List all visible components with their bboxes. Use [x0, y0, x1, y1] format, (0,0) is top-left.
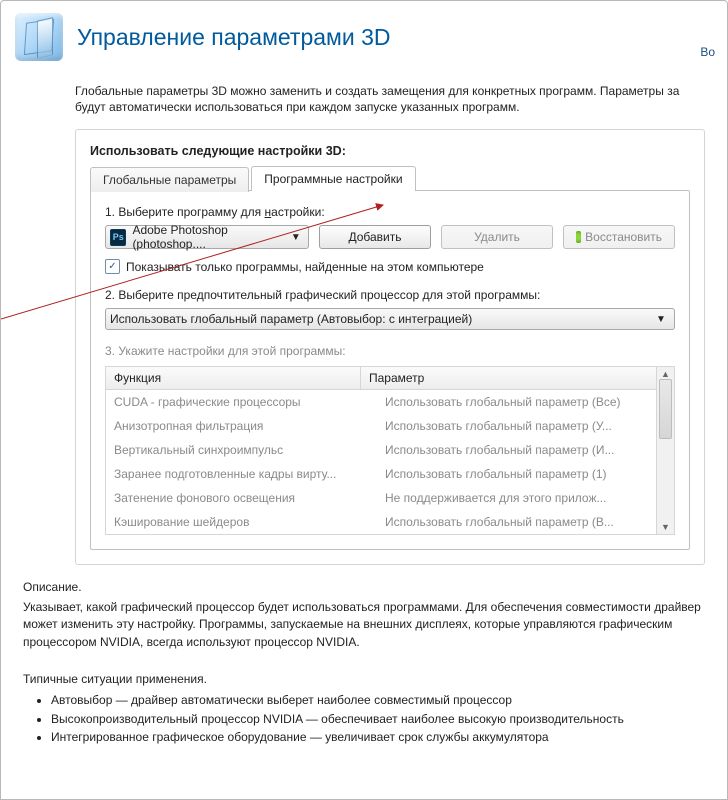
- window: Управление параметрами 3D Во Глобальные …: [0, 0, 728, 800]
- cell-function: Заранее подготовленные кадры вирту...: [106, 467, 377, 481]
- intro-text: Глобальные параметры 3D можно заменить и…: [75, 83, 705, 115]
- cell-parameter: Использовать глобальный параметр (И...: [377, 443, 656, 457]
- cell-function: Вертикальный синхроимпульс: [106, 443, 377, 457]
- photoshop-icon: Ps: [110, 229, 126, 246]
- usecases-list: Автовыбор — драйвер автоматически выбере…: [23, 692, 705, 746]
- checkbox-label: Показывать только программы, найденные н…: [126, 260, 484, 274]
- cell-parameter: Не поддерживается для этого прилож...: [377, 491, 656, 505]
- usecases-block: Типичные ситуации применения. Автовыбор …: [1, 651, 727, 747]
- page-title: Управление параметрами 3D: [77, 24, 391, 51]
- cell-function: Затенение фонового освещения: [106, 491, 377, 505]
- step1-row: Ps Adobe Photoshop (photoshop.... ▼ Доба…: [105, 225, 675, 249]
- step2-label: 2. Выберите предпочтительный графический…: [105, 288, 675, 302]
- restore-button[interactable]: Восстановить: [563, 225, 675, 249]
- settings-group: Использовать следующие настройки 3D: Гло…: [75, 129, 705, 565]
- table-row[interactable]: CUDA - графические процессорыИспользоват…: [106, 390, 656, 414]
- scrollbar[interactable]: ▲ ▼: [656, 367, 674, 534]
- tabs: Глобальные параметры Программные настрой…: [90, 166, 690, 191]
- step1-label: 1. Выберите программу для настройки:: [105, 205, 675, 219]
- add-button[interactable]: Добавить: [319, 225, 431, 249]
- cell-parameter: Использовать глобальный параметр (Все): [377, 395, 656, 409]
- col-function[interactable]: Функция: [106, 367, 361, 389]
- show-only-installed-checkbox[interactable]: ✓ Показывать только программы, найденные…: [105, 259, 675, 274]
- group-title: Использовать следующие настройки 3D:: [90, 144, 690, 158]
- list-item: Высокопроизводительный процессор NVIDIA …: [51, 711, 705, 728]
- list-item: Интегрированное графическое оборудование…: [51, 729, 705, 746]
- tab-page-program: 1. Выберите программу для настройки: Ps …: [90, 190, 690, 550]
- program-select[interactable]: Ps Adobe Photoshop (photoshop.... ▼: [105, 225, 309, 249]
- gpu-select[interactable]: Использовать глобальный параметр (Автовы…: [105, 308, 675, 330]
- intro-line-1: Глобальные параметры 3D можно заменить и…: [75, 84, 679, 98]
- table-row[interactable]: Затенение фонового освещенияНе поддержив…: [106, 486, 656, 510]
- scroll-up-icon[interactable]: ▲: [661, 369, 670, 379]
- table-body: Функция Параметр CUDA - графические проц…: [106, 367, 656, 534]
- remove-button[interactable]: Удалить: [441, 225, 553, 249]
- table-row[interactable]: Заранее подготовленные кадры вирту...Исп…: [106, 462, 656, 486]
- scroll-down-icon[interactable]: ▼: [661, 522, 670, 532]
- description-block: Описание. Указывает, какой графический п…: [1, 565, 727, 651]
- usecases-heading: Типичные ситуации применения.: [23, 671, 705, 688]
- cell-parameter: Использовать глобальный параметр (У...: [377, 419, 656, 433]
- header-right-link[interactable]: Во: [700, 45, 715, 59]
- table-header: Функция Параметр: [106, 367, 656, 390]
- cell-parameter: Использовать глобальный параметр (В...: [377, 515, 656, 529]
- intro-line-2: будут автоматически использоваться при к…: [75, 100, 520, 114]
- step3-label: 3. Укажите настройки для этой программы:: [105, 344, 675, 358]
- list-item: Автовыбор — драйвер автоматически выбере…: [51, 692, 705, 709]
- chevron-down-icon: ▼: [652, 314, 670, 325]
- col-parameter[interactable]: Параметр: [361, 367, 656, 389]
- gpu-select-value: Использовать глобальный параметр (Автовы…: [110, 312, 472, 326]
- nvidia-logo-icon: [576, 231, 581, 243]
- description-body: Указывает, какой графический процессор б…: [23, 599, 705, 651]
- table-row[interactable]: Анизотропная фильтрацияИспользовать глоб…: [106, 414, 656, 438]
- cell-function: Анизотропная фильтрация: [106, 419, 377, 433]
- cell-function: Кэширование шейдеров: [106, 515, 377, 529]
- scroll-thumb[interactable]: [659, 379, 672, 438]
- content: Глобальные параметры 3D можно заменить и…: [1, 83, 727, 565]
- scroll-track[interactable]: [657, 379, 674, 522]
- checkbox-checked-icon: ✓: [105, 259, 120, 274]
- program-select-value: Adobe Photoshop (photoshop....: [132, 223, 287, 251]
- settings-table: Функция Параметр CUDA - графические проц…: [105, 366, 675, 535]
- table-row[interactable]: Вертикальный синхроимпульсИспользовать г…: [106, 438, 656, 462]
- 3d-settings-icon: [15, 13, 63, 61]
- tab-global[interactable]: Глобальные параметры: [90, 167, 249, 192]
- header: Управление параметрами 3D: [1, 1, 727, 83]
- description-heading: Описание.: [23, 579, 705, 596]
- chevron-down-icon: ▼: [288, 232, 304, 243]
- table-row[interactable]: Кэширование шейдеровИспользовать глобаль…: [106, 510, 656, 534]
- cell-parameter: Использовать глобальный параметр (1): [377, 467, 656, 481]
- cell-function: CUDA - графические процессоры: [106, 395, 377, 409]
- tab-program[interactable]: Программные настройки: [251, 166, 415, 191]
